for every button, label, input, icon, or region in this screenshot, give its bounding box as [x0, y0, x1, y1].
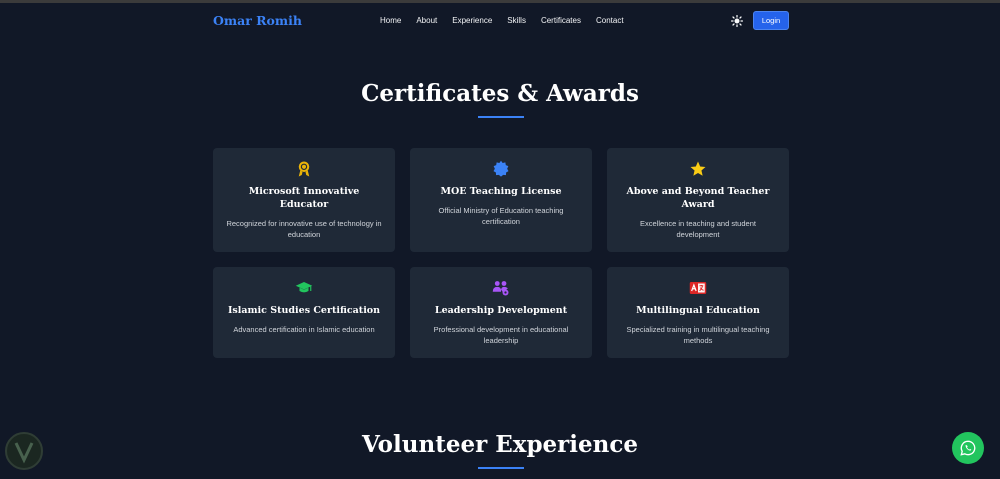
login-button[interactable]: Login: [753, 11, 789, 30]
certificate-description: Recognized for innovative use of technol…: [226, 219, 382, 239]
star-icon: [690, 161, 706, 176]
certificate-title: Multilingual Education: [636, 305, 760, 316]
watermark-logo: [5, 432, 43, 470]
navbar: Omar Romih Home About Experience Skills …: [0, 3, 1000, 37]
heading-underline: [478, 467, 524, 469]
certificate-description: Official Ministry of Education teaching …: [438, 206, 564, 226]
graduation-cap-icon: [295, 282, 313, 293]
certificates-heading: Certificates & Awards: [361, 80, 639, 107]
certificate-card: Multilingual Education Specialized train…: [607, 267, 789, 358]
medal-icon: [298, 161, 310, 177]
certificate-title: Leadership Development: [434, 305, 568, 316]
certificate-title: MOE Teaching License: [440, 186, 562, 197]
nav-link-home[interactable]: Home: [380, 16, 401, 25]
certificate-card: MOE Teaching License Official Ministry o…: [410, 148, 592, 252]
certificate-card: Islamic Studies Certification Advanced c…: [213, 267, 395, 358]
certificate-card: Microsoft Innovative Educator Recognized…: [213, 148, 395, 252]
whatsapp-button[interactable]: [952, 432, 984, 464]
nav-link-about[interactable]: About: [416, 16, 437, 25]
certificate-description: Advanced certification in Islamic educat…: [233, 325, 375, 334]
certificate-description: Professional development in educational …: [433, 325, 569, 345]
certificate-description: Excellence in teaching and student devel…: [640, 219, 756, 239]
nav-link-contact[interactable]: Contact: [596, 16, 624, 25]
certificate-card: Leadership Development Professional deve…: [410, 267, 592, 358]
nav-link-skills[interactable]: Skills: [507, 16, 526, 25]
whatsapp-icon: [960, 440, 976, 456]
nav-link-experience[interactable]: Experience: [452, 16, 492, 25]
certificate-title: Above and Beyond Teacher Award: [626, 186, 770, 210]
heading-underline: [478, 116, 524, 118]
certificate-description: Specialized training in multilingual tea…: [626, 325, 770, 345]
language-icon: [689, 282, 707, 294]
certificate-title: Microsoft Innovative Educator: [248, 186, 360, 210]
brand-logo[interactable]: Omar Romih: [213, 13, 302, 28]
sun-icon[interactable]: [731, 15, 743, 27]
nav-links: Home About Experience Skills Certificate…: [380, 16, 639, 25]
certificate-card: Above and Beyond Teacher Award Excellenc…: [607, 148, 789, 252]
users-gear-icon: [492, 281, 509, 296]
nav-link-certificates[interactable]: Certificates: [541, 16, 581, 25]
certificate-badge-icon: [493, 160, 509, 177]
certificate-title: Islamic Studies Certification: [227, 305, 381, 316]
v-logo-icon: [14, 442, 34, 464]
volunteer-heading: Volunteer Experience: [361, 431, 639, 458]
